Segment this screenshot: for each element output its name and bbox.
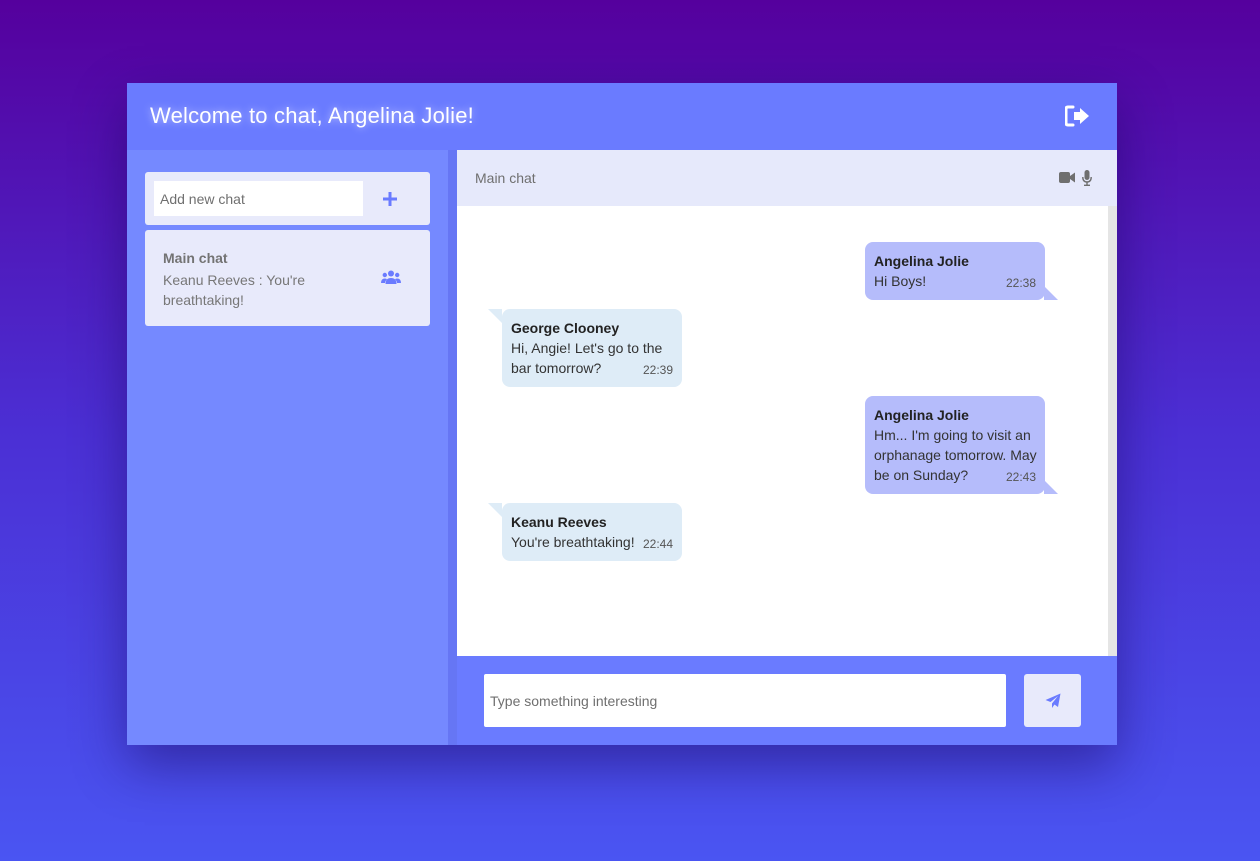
message-outgoing: Angelina Jolie Hi Boys! 22:38 bbox=[865, 242, 1058, 300]
message-scrollbar[interactable] bbox=[1108, 206, 1117, 656]
message-time: 22:44 bbox=[642, 537, 673, 551]
paper-plane-icon bbox=[1045, 693, 1060, 708]
bubble-tail bbox=[1044, 286, 1058, 300]
message-composer bbox=[457, 656, 1117, 745]
message-author: Keanu Reeves bbox=[511, 514, 607, 530]
chat-app-window: Welcome to chat, Angelina Jolie! Main ch… bbox=[127, 83, 1117, 745]
message-incoming: George Clooney Hi, Angie! Let's go to th… bbox=[488, 309, 682, 387]
message-author: Angelina Jolie bbox=[874, 253, 969, 269]
message-time: 22:38 bbox=[1005, 276, 1036, 290]
bubble-tail bbox=[1044, 480, 1058, 494]
send-button[interactable] bbox=[1024, 674, 1081, 727]
app-header: Welcome to chat, Angelina Jolie! bbox=[127, 83, 1117, 150]
video-camera-icon[interactable] bbox=[1059, 171, 1075, 184]
message-author: George Clooney bbox=[511, 320, 620, 336]
message-time: 22:43 bbox=[1005, 470, 1036, 484]
new-chat-form bbox=[145, 172, 430, 225]
new-chat-input[interactable] bbox=[154, 181, 363, 216]
users-icon bbox=[381, 270, 401, 284]
message-input[interactable] bbox=[484, 674, 1006, 727]
chat-header: Main chat bbox=[457, 150, 1117, 206]
bubble-tail bbox=[488, 503, 502, 517]
message-list: Angelina Jolie Hi Boys! 22:38 George Clo… bbox=[457, 206, 1117, 656]
sidebar-divider bbox=[448, 150, 457, 745]
chat-list-item-main[interactable]: Main chat Keanu Reeves : You're breathta… bbox=[145, 230, 430, 326]
message-incoming: Keanu Reeves You're breathtaking! 22:44 bbox=[488, 503, 682, 561]
sidebar: Main chat Keanu Reeves : You're breathta… bbox=[127, 150, 448, 745]
chat-list-item-last-message: Keanu Reeves : You're breathtaking! bbox=[163, 272, 306, 308]
logout-button[interactable] bbox=[1064, 105, 1091, 127]
message-outgoing: Angelina Jolie Hm... I'm going to visit … bbox=[865, 396, 1058, 494]
page-title: Welcome to chat, Angelina Jolie! bbox=[150, 103, 474, 128]
chat-title: Main chat bbox=[475, 170, 536, 186]
bubble-tail bbox=[488, 309, 502, 323]
message-author: Angelina Jolie bbox=[874, 407, 969, 423]
message-time: 22:39 bbox=[642, 363, 673, 377]
chat-panel: Main chat Angelina Jolie Hi Boys! 22:38 … bbox=[457, 150, 1117, 745]
add-chat-button[interactable] bbox=[377, 186, 403, 212]
sign-out-icon bbox=[1064, 105, 1089, 127]
plus-icon bbox=[383, 192, 397, 206]
microphone-icon[interactable] bbox=[1082, 170, 1092, 186]
chat-list-item-name: Main chat bbox=[163, 250, 228, 266]
